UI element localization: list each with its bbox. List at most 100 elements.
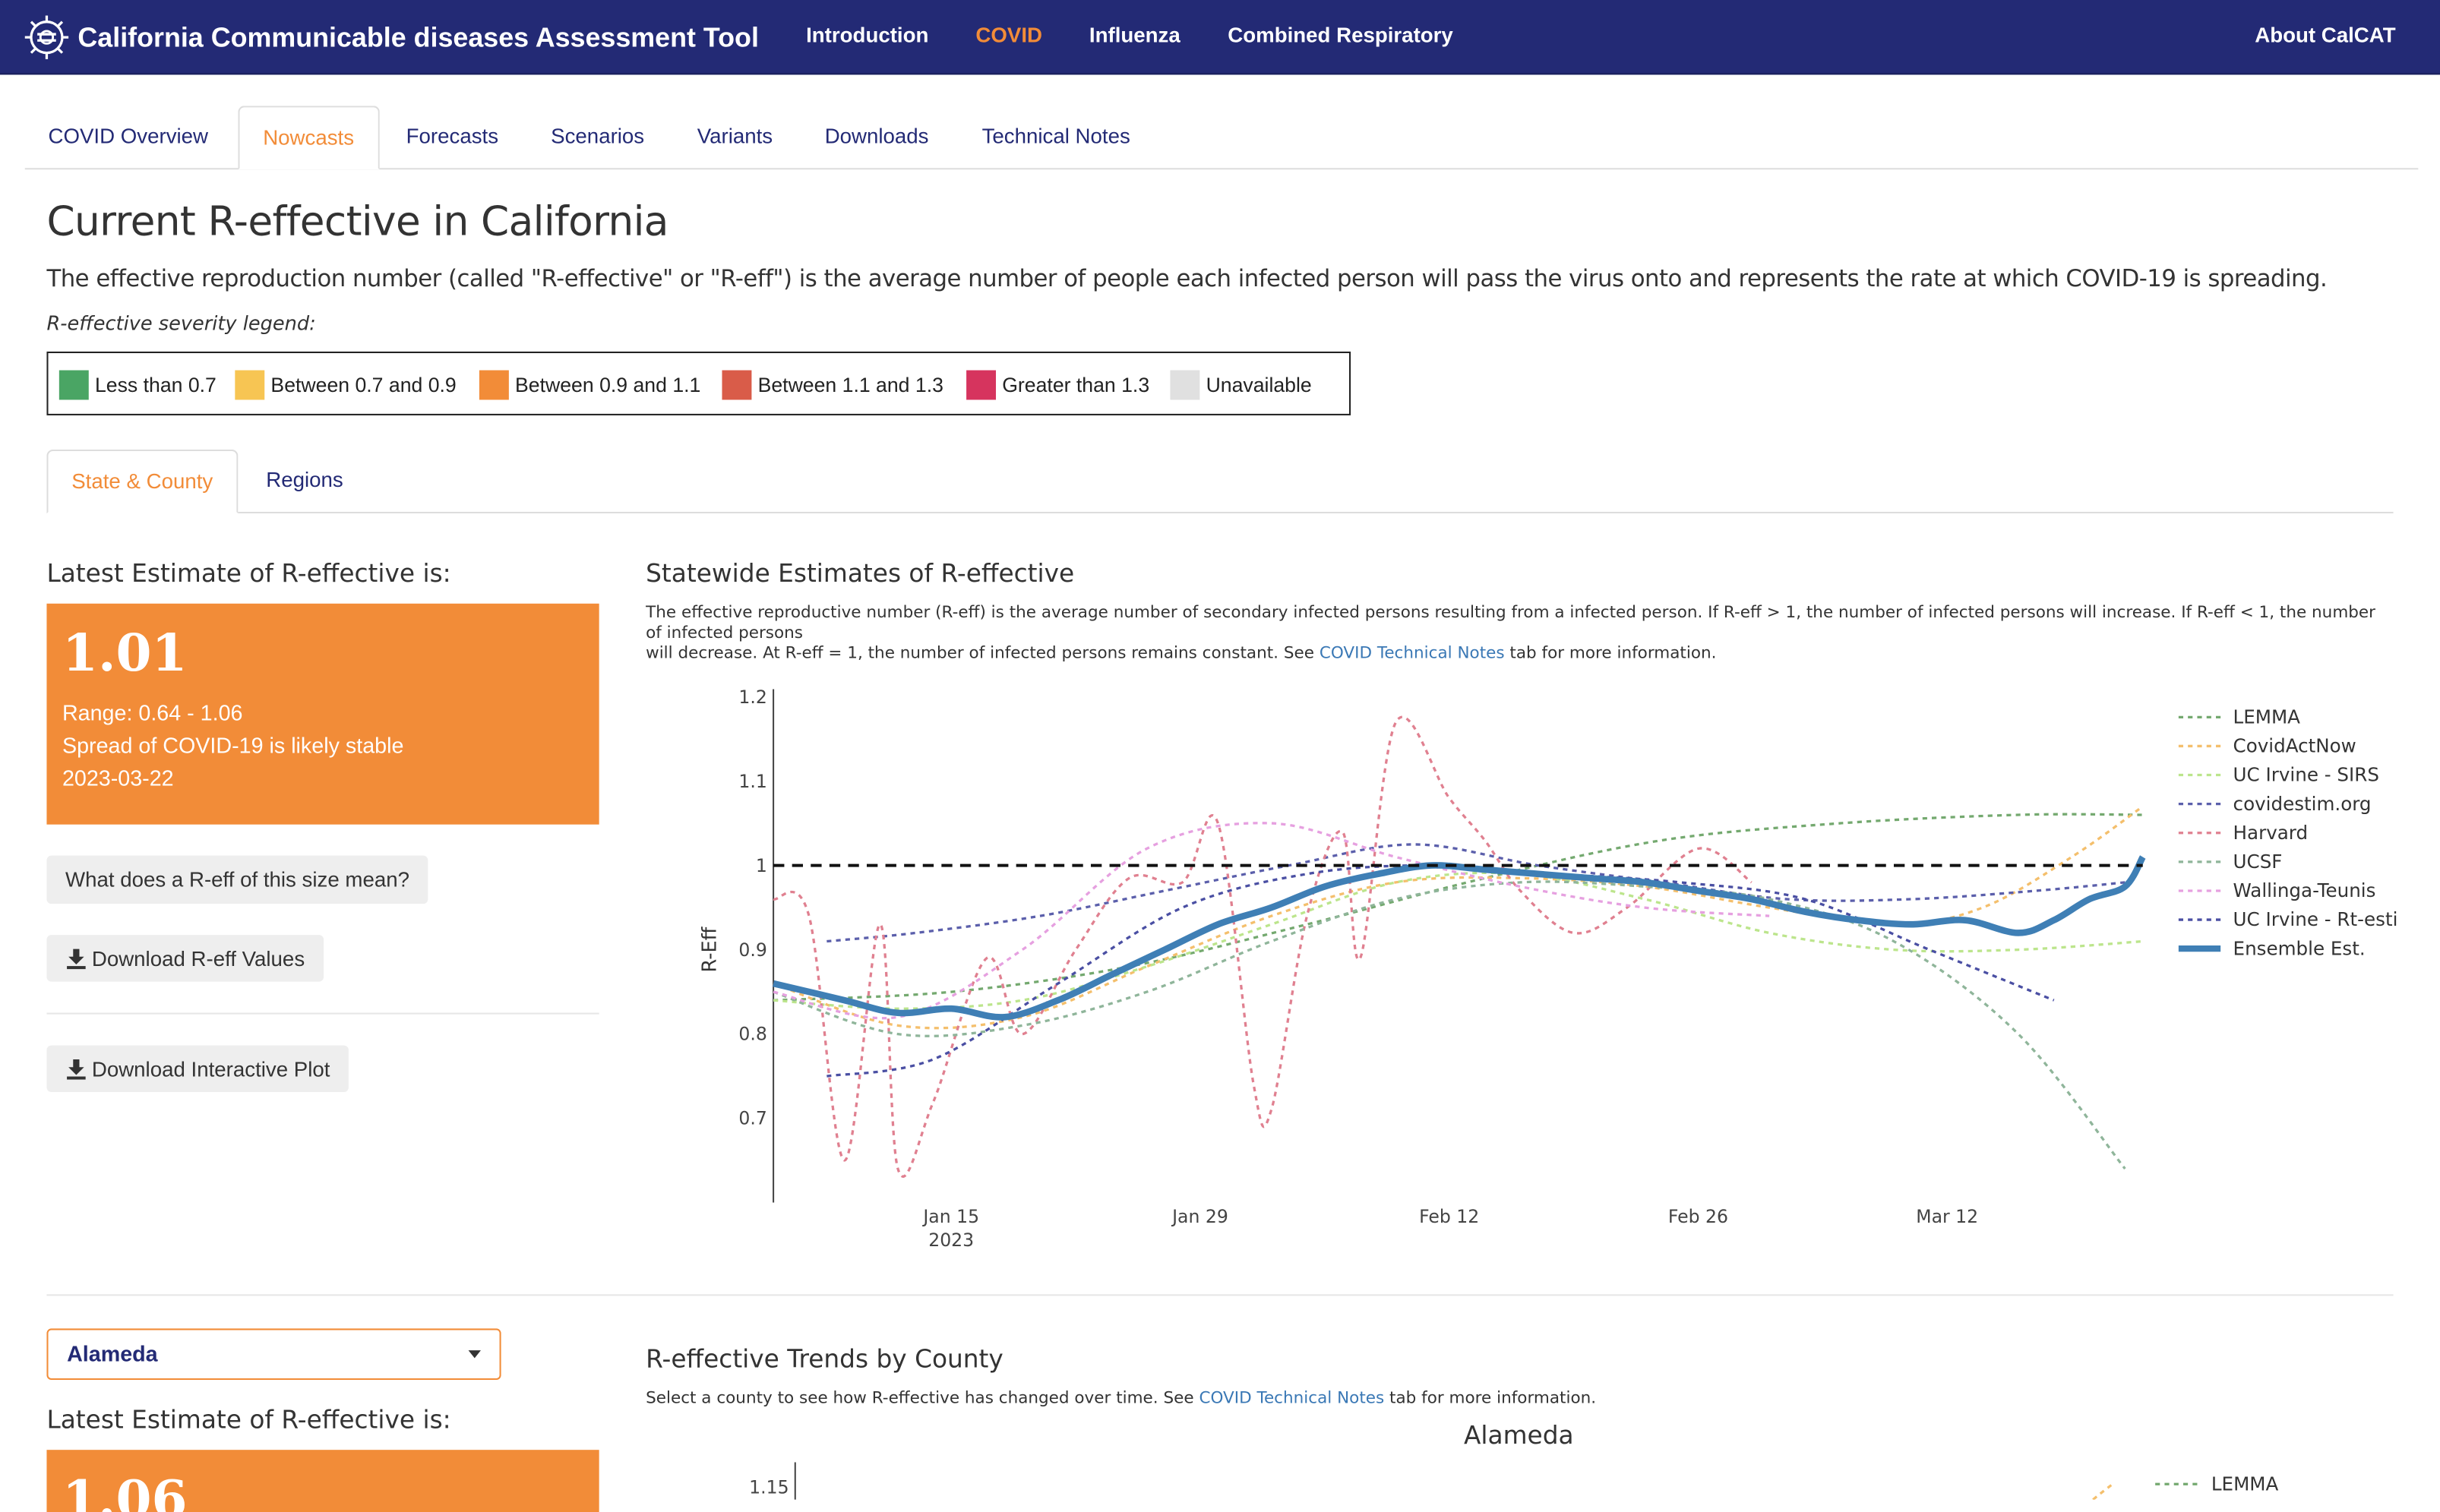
nav-about[interactable]: About CalCAT — [2255, 24, 2395, 47]
statewide-desc-line2: will decrease. At R-eff = 1, the number … — [646, 644, 1320, 663]
tab-downloads[interactable]: Downloads — [801, 106, 952, 168]
county-chart-title: R-effective Trends by County — [646, 1343, 1003, 1374]
county-latest-estimate-label: Latest Estimate of R-effective is: — [46, 1404, 451, 1435]
technical-notes-link[interactable]: COVID Technical Notes — [1320, 644, 1505, 663]
sub-tabs: State & County Regions — [46, 450, 2394, 513]
virus-logo-icon — [24, 15, 69, 59]
legend-label: LEMMA — [2233, 706, 2301, 728]
statewide-chart-title: Statewide Estimates of R-effective — [646, 558, 1075, 589]
county-select-value: Alameda — [67, 1340, 158, 1366]
county-chart-plot-title: Alameda — [1464, 1421, 1574, 1450]
x-tick-label: Jan 29 — [1171, 1206, 1228, 1227]
tab-covid-overview[interactable]: COVID Overview — [25, 106, 232, 168]
county-series-line-covidactnow — [2092, 1481, 2116, 1500]
series-line-wallinga-teunis — [773, 822, 1770, 1020]
legend-label: Harvard — [2233, 822, 2309, 844]
severity-item: Less than 0.7 — [58, 368, 217, 399]
county-desc-post: tab for more information. — [1384, 1389, 1597, 1408]
legend-label: UC Irvine - SIRS — [2233, 764, 2379, 786]
severity-item-label: Between 0.9 and 1.1 — [515, 372, 701, 396]
y-tick-label: 0.8 — [738, 1024, 766, 1045]
nav-introduction[interactable]: Introduction — [806, 24, 928, 47]
county-reff-chart[interactable]: Alameda 1.15 LEMMA — [646, 1408, 2427, 1500]
severity-item-label: Greater than 1.3 — [1002, 372, 1150, 396]
nav-influenza[interactable]: Influenza — [1089, 24, 1180, 47]
y-tick-label: 1.2 — [738, 687, 766, 708]
latest-estimate-label: Latest Estimate of R-effective is: — [46, 558, 451, 589]
severity-item: Between 1.1 and 1.3 — [722, 368, 943, 399]
statewide-desc-post: tab for more information. — [1504, 644, 1717, 663]
y-tick-label: 0.7 — [738, 1108, 766, 1129]
nav-covid[interactable]: COVID — [975, 24, 1042, 47]
severity-item-label: Between 0.7 and 0.9 — [270, 372, 457, 396]
download-icon — [67, 949, 86, 970]
download-interactive-plot-label: Download Interactive Plot — [91, 1056, 330, 1081]
brand[interactable]: California Communicable diseases Assessm… — [24, 14, 759, 60]
series-line-covidactnow — [773, 805, 2144, 1030]
legend-label: UCSF — [2233, 851, 2283, 873]
statewide-reff-chart[interactable]: 0.7 0.8 0.9 1 1.1 1.2 Jan 152023 Jan 29 Feb 12 Fe… — [646, 669, 2427, 1276]
tab-scenarios[interactable]: Scenarios — [527, 106, 667, 168]
state-reff-date: 2023-03-22 — [62, 765, 174, 791]
page-lead: The effective reproduction number (calle… — [46, 264, 2328, 293]
x-tick-sublabel: 2023 — [928, 1229, 974, 1251]
legend-label: Ensemble Est. — [2233, 937, 2366, 959]
state-reff-value: 1.01 — [62, 622, 188, 683]
tab-technical-notes[interactable]: Technical Notes — [959, 106, 1154, 168]
county-chart-description: Select a county to see how R-effective h… — [646, 1389, 1596, 1409]
county-select[interactable]: Alameda — [46, 1328, 501, 1380]
download-reff-values-label: Download R-eff Values — [91, 946, 305, 971]
severity-item-label: Between 1.1 and 1.3 — [757, 372, 943, 396]
download-reff-values-button[interactable]: Download R-eff Values — [46, 935, 324, 982]
panel-divider — [46, 1012, 599, 1015]
section-divider — [46, 1294, 2394, 1296]
severity-swatch — [722, 369, 752, 399]
chevron-down-icon — [468, 1350, 481, 1359]
legend-label: covidestim.org — [2233, 793, 2372, 815]
county-technical-notes-link[interactable]: COVID Technical Notes — [1199, 1389, 1384, 1408]
state-reff-range: Range: 0.64 - 1.06 — [62, 699, 243, 725]
main-tabs: COVID Overview Nowcasts Forecasts Scenar… — [24, 106, 2419, 170]
series-line-ensemble-est- — [773, 855, 2146, 1021]
statewide-chart-description: The effective reproductive number (R-eff… — [646, 604, 2388, 664]
severity-swatch — [1170, 369, 1200, 399]
severity-item-label: Less than 0.7 — [94, 372, 217, 396]
x-tick-label: Mar 12 — [1916, 1206, 1978, 1227]
x-tick-label: Feb 12 — [1419, 1206, 1479, 1227]
state-estimate-card: 1.01 Range: 0.64 - 1.06 Spread of COVID-… — [46, 603, 599, 825]
tab-state-county[interactable]: State & County — [46, 450, 239, 513]
statewide-desc-line1: The effective reproductive number (R-eff… — [646, 603, 2376, 643]
tab-regions[interactable]: Regions — [243, 450, 367, 512]
severity-legend: Less than 0.7 Between 0.7 and 0.9 Betwee… — [46, 351, 1351, 415]
legend-label: UC Irvine - Rt-esti — [2233, 908, 2398, 930]
y-tick-label: 0.9 — [738, 939, 766, 961]
county-legend-label: LEMMA — [2211, 1473, 2279, 1495]
x-tick-label: Jan 15 — [921, 1206, 979, 1227]
series-line-covidestim-org — [827, 843, 2126, 943]
nav-combined-respiratory[interactable]: Combined Respiratory — [1228, 24, 1453, 47]
severity-swatch — [58, 369, 89, 399]
severity-swatch — [479, 369, 509, 399]
x-tick-label: Feb 26 — [1668, 1206, 1728, 1227]
severity-swatch — [966, 369, 997, 399]
severity-item: Unavailable — [1170, 368, 1312, 399]
reff-meaning-button-label: What does a R-eff of this size mean? — [65, 868, 409, 892]
county-y-tick-label: 1.15 — [749, 1477, 789, 1498]
reff-meaning-button[interactable]: What does a R-eff of this size mean? — [46, 855, 428, 904]
page-title: Current R-effective in California — [46, 199, 668, 246]
severity-swatch — [235, 369, 265, 399]
severity-item: Between 0.9 and 1.1 — [479, 368, 700, 399]
tab-variants[interactable]: Variants — [674, 106, 796, 168]
tab-nowcasts[interactable]: Nowcasts — [238, 106, 380, 170]
download-icon — [67, 1059, 86, 1080]
tab-forecasts[interactable]: Forecasts — [383, 106, 522, 168]
y-axis-label: R-Eff — [698, 926, 721, 972]
severity-item: Between 0.7 and 0.9 — [235, 368, 457, 399]
y-tick-label: 1.1 — [738, 771, 766, 792]
series-line-lemma — [773, 813, 2143, 1002]
series-line-harvard — [773, 715, 1753, 1178]
legend-label: Wallinga-Teunis — [2233, 879, 2376, 901]
download-interactive-plot-button[interactable]: Download Interactive Plot — [46, 1045, 349, 1093]
county-desc-text: Select a county to see how R-effective h… — [646, 1389, 1199, 1408]
county-reff-value: 1.06 — [62, 1468, 188, 1512]
